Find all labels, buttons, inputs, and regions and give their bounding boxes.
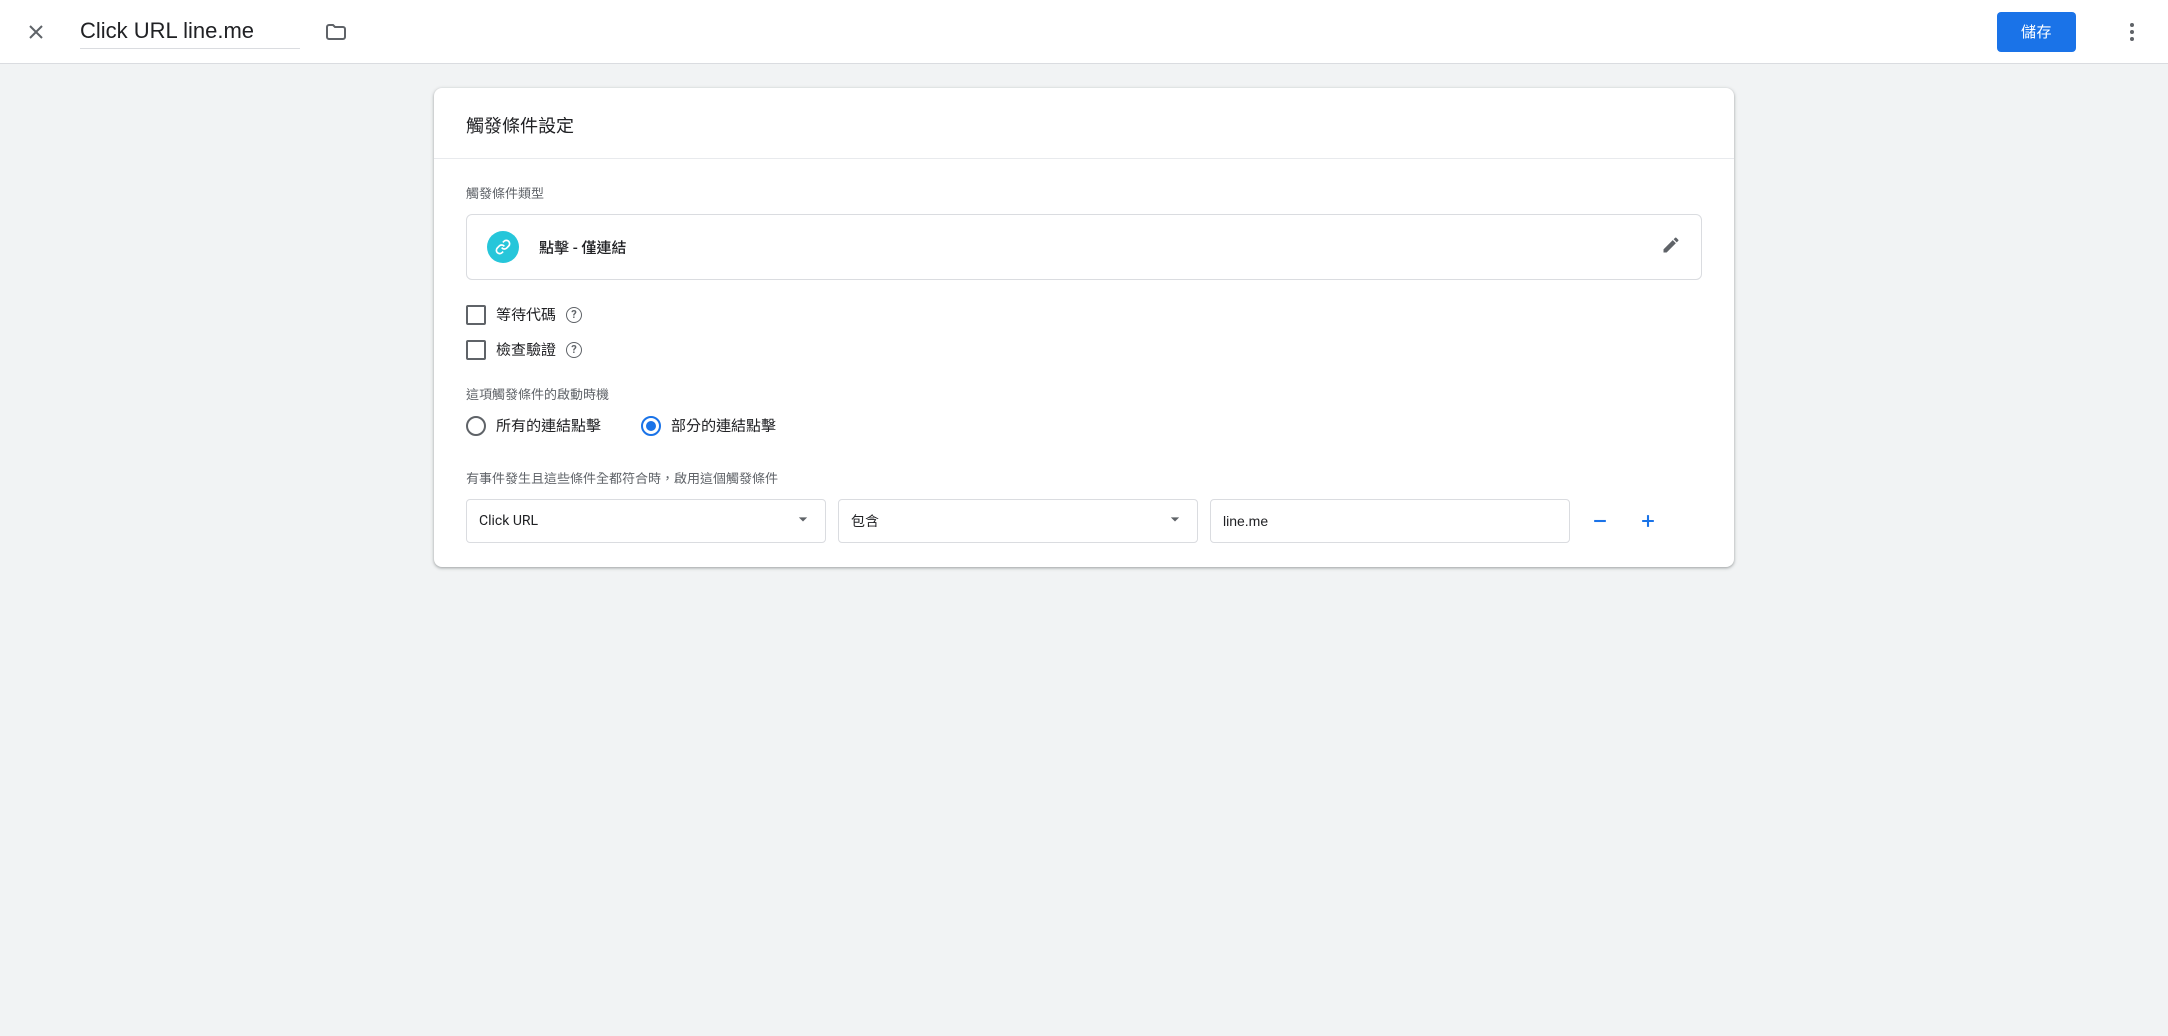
check-validation-checkbox[interactable] xyxy=(466,340,486,360)
trigger-config-card: 觸發條件設定 觸發條件類型 點擊 - 僅連結 xyxy=(434,88,1734,567)
radio-some-label: 部分的連結點擊 xyxy=(671,415,776,436)
trigger-type-selector[interactable]: 點擊 - 僅連結 xyxy=(466,214,1702,280)
chevron-down-icon xyxy=(793,509,813,533)
help-icon[interactable]: ? xyxy=(566,342,582,358)
condition-operator-value: 包含 xyxy=(851,511,879,531)
wait-for-tags-row: 等待代碼 ? xyxy=(466,304,1702,325)
chevron-down-icon xyxy=(1165,509,1185,533)
more-menu-button[interactable] xyxy=(2112,12,2152,52)
add-condition-button[interactable] xyxy=(1630,503,1666,539)
minus-icon xyxy=(1590,511,1610,531)
close-button[interactable] xyxy=(16,12,56,52)
timing-label: 這項觸發條件的啟動時機 xyxy=(466,384,1702,403)
help-icon[interactable]: ? xyxy=(566,307,582,323)
condition-value-input[interactable] xyxy=(1210,499,1570,543)
wait-for-tags-checkbox[interactable] xyxy=(466,305,486,325)
condition-description: 有事件發生且這些條件全都符合時，啟用這個觸發條件 xyxy=(466,468,1702,487)
more-vertical-icon xyxy=(2120,20,2144,44)
save-button[interactable]: 儲存 xyxy=(1997,12,2076,52)
condition-variable-value: Click URL xyxy=(479,513,538,529)
trigger-type-name: 點擊 - 僅連結 xyxy=(539,237,1641,258)
timing-radio-group: 所有的連結點擊 部分的連結點擊 xyxy=(466,415,1702,436)
radio-icon xyxy=(466,416,486,436)
page-header: 儲存 xyxy=(0,0,2168,64)
check-validation-row: 檢查驗證 ? xyxy=(466,339,1702,360)
condition-variable-select[interactable]: Click URL xyxy=(466,499,826,543)
trigger-name-input[interactable] xyxy=(80,14,300,49)
trigger-type-label: 觸發條件類型 xyxy=(466,183,1702,202)
wait-for-tags-label: 等待代碼 xyxy=(496,304,556,325)
radio-all-label: 所有的連結點擊 xyxy=(496,415,601,436)
main-content: 觸發條件設定 觸發條件類型 點擊 - 僅連結 xyxy=(0,64,2168,591)
remove-condition-button[interactable] xyxy=(1582,503,1618,539)
condition-operator-select[interactable]: 包含 xyxy=(838,499,1198,543)
radio-icon xyxy=(641,416,661,436)
check-validation-label: 檢查驗證 xyxy=(496,339,556,360)
edit-icon xyxy=(1661,235,1681,259)
condition-row: Click URL 包含 xyxy=(466,499,1702,543)
folder-button[interactable] xyxy=(324,20,348,44)
link-icon xyxy=(487,231,519,263)
radio-some-clicks[interactable]: 部分的連結點擊 xyxy=(641,415,776,436)
plus-icon xyxy=(1638,511,1658,531)
card-title: 觸發條件設定 xyxy=(434,88,1734,159)
radio-all-clicks[interactable]: 所有的連結點擊 xyxy=(466,415,601,436)
close-icon xyxy=(24,20,48,44)
folder-icon xyxy=(324,20,348,44)
